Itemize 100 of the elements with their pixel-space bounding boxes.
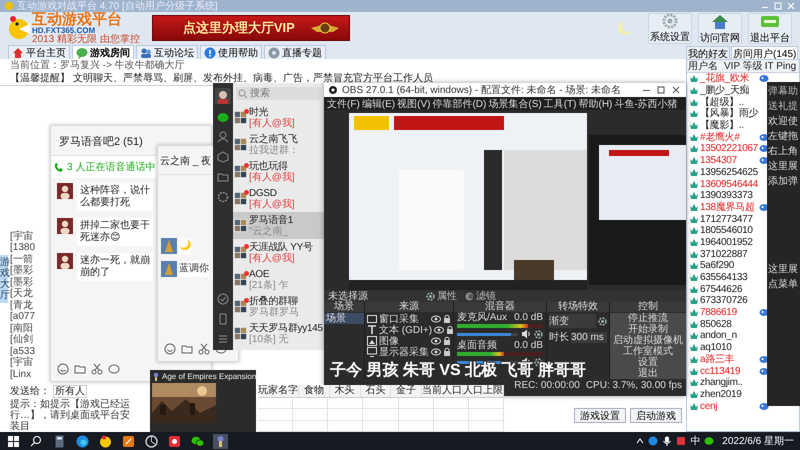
volume-reading: 0.0 dB — [514, 313, 543, 323]
toolbar-button[interactable]: 访问官网 — [698, 12, 742, 44]
chat-list-item[interactable]: 罗马语音1 "云之南_ — [233, 212, 324, 239]
menu-item[interactable]: 编辑(E) — [362, 96, 396, 110]
user-name[interactable]: 【魔影】.. — [700, 120, 758, 132]
column-header[interactable]: 人口上限 — [463, 385, 504, 397]
menu-item[interactable]: 场景集合(S) — [488, 96, 542, 110]
chat-list-item[interactable]: 折叠的群聊 罗马群罗马 — [233, 293, 324, 320]
window-preview-popup[interactable]: Age of Empires Expansion — [150, 370, 256, 432]
user-name[interactable]: 【风暴】雨少 — [700, 108, 758, 120]
volume-reading: 0.0 dB — [514, 341, 543, 351]
column-header[interactable]: 食物 — [299, 385, 330, 397]
user-name[interactable]: 371022887 — [700, 248, 758, 260]
chat-list-item[interactable]: DGSD [有人@我] — [233, 185, 324, 212]
chat-log-line: [天龙 — [10, 288, 33, 300]
tab[interactable]: 使用帮助 — [200, 45, 262, 59]
user-name[interactable]: 1390393373 — [700, 190, 758, 202]
vip-banner[interactable]: 点这里办理大厅VIP — [152, 15, 350, 41]
source-name[interactable]: 显示器采集 — [379, 344, 429, 358]
column-header[interactable]: 当前人口 — [422, 385, 463, 397]
source-name[interactable]: 图像 — [379, 334, 429, 348]
logo-url: HD.FXT365.COM — [32, 26, 96, 34]
chat-list-item[interactable]: AOE [21条] 乍 — [233, 266, 324, 293]
user-name[interactable]: 5a6f290 — [700, 260, 758, 272]
user-name[interactable]: 13502221067 — [700, 143, 758, 154]
window-title: 互动游戏对战平台 4.70 [自动用户分级子系统] — [17, 0, 218, 12]
source-name[interactable]: 文本 (GDI+) — [379, 322, 432, 336]
control-button[interactable]: 退出 — [610, 368, 686, 379]
user-name[interactable]: 7886619 — [700, 307, 758, 318]
user-name[interactable]: cenj — [700, 400, 758, 412]
chat-log-line: [a533 — [10, 346, 36, 356]
tab[interactable]: 平台主页 — [8, 45, 70, 59]
message-text: 欢迎使 — [767, 116, 799, 128]
user-name[interactable]: _鹏少_天痴 — [700, 85, 758, 96]
action-button[interactable]: 游戏设置 — [574, 408, 626, 422]
column-header[interactable]: VIP 等级 — [723, 60, 764, 73]
tab[interactable]: 互动论坛 — [136, 45, 198, 59]
duration-field[interactable]: 300 ms — [571, 332, 607, 342]
user-name[interactable]: aq1010 — [700, 342, 758, 354]
user-name[interactable]: 13609546444 — [700, 178, 758, 190]
menu-item[interactable]: 视图(V) — [397, 96, 430, 110]
chat-list-item[interactable]: 天涯战队 YY号 [有人@我] — [233, 239, 324, 266]
user-name[interactable]: 673370726 — [700, 295, 758, 306]
user-name[interactable]: 13956254625 — [700, 166, 758, 178]
control-button[interactable]: 启动虚拟摄像机 — [610, 335, 686, 346]
user-name[interactable]: 67544626 — [700, 284, 758, 295]
user-name[interactable]: 635564133 — [700, 272, 758, 284]
user-name[interactable]: zhen2019 — [700, 388, 758, 400]
user-name[interactable]: 1964001952 — [700, 236, 758, 248]
user-name[interactable]: #老鹰火# — [700, 132, 758, 143]
menu-item[interactable]: 帮助(H) — [578, 96, 612, 110]
source-name[interactable]: 窗口采集 — [379, 312, 429, 326]
control-button[interactable]: 工作室模式 — [610, 346, 686, 357]
control-button[interactable]: 停止推流 — [610, 313, 686, 324]
date-text[interactable]: 2022/6/6 星期一 — [722, 434, 794, 448]
column-header[interactable]: 石头 — [360, 385, 392, 397]
channel-name: 桌面音频 — [457, 341, 497, 351]
recipient-dropdown[interactable]: 所有人 — [53, 384, 87, 398]
chat-list-item[interactable]: 天天罗马群yy145 [10条] 无 — [233, 320, 324, 347]
mention-tag: [有人@我] — [249, 198, 295, 210]
tab[interactable]: 我的好友 — [686, 46, 730, 59]
transition-dropdown[interactable]: 渐变 — [549, 314, 596, 328]
column-header[interactable]: 玩家名字 — [258, 385, 299, 397]
side-tab[interactable]: 游戏大厅 — [0, 255, 8, 303]
control-button[interactable]: 开始录制 — [610, 324, 686, 335]
chat-list-item[interactable]: 时光 [有人@我] — [233, 104, 324, 131]
input-method-indicator[interactable]: 中 — [690, 434, 700, 448]
search-input[interactable]: 搜索 — [250, 88, 310, 99]
user-name[interactable]: cc113419 — [700, 366, 758, 377]
user-name[interactable]: 1354307 — [700, 155, 758, 166]
column-header[interactable]: 金子 — [391, 385, 422, 397]
user-name[interactable]: 850628 — [700, 318, 758, 330]
toolbar-button[interactable]: 退出平台 — [748, 12, 792, 44]
tab[interactable]: 直播专题 — [264, 45, 326, 59]
user-name[interactable]: a路三丰 — [700, 354, 758, 365]
user-name[interactable]: 1805546010 — [700, 225, 758, 236]
column-header[interactable]: IT Ping — [764, 60, 798, 72]
message-text: 左键拖 — [767, 131, 799, 143]
properties-button[interactable]: 属性 — [426, 289, 457, 303]
menu-item[interactable]: 停靠部件(D) — [432, 96, 486, 110]
user-name[interactable]: 【超级】.. — [700, 96, 758, 108]
window-title: OBS 27.0.1 (64-bit, windows) - 配置文件: 未命名 - 场景: 未命名 — [342, 84, 621, 97]
search-field[interactable]: 搜索 — [236, 87, 321, 100]
action-button[interactable]: 启动游戏 — [630, 408, 682, 422]
toolbar-button[interactable]: 系统设置 — [648, 12, 692, 44]
tab[interactable]: 房间用户(145) — [731, 46, 798, 59]
menu-item[interactable]: 斗鱼-苏西小猪 — [614, 96, 678, 110]
control-button[interactable]: 设置 — [610, 357, 686, 368]
column-header[interactable]: 木头 — [330, 385, 360, 397]
link-card[interactable]: 蓝调你 — [179, 261, 209, 277]
user-name[interactable]: _花旗_欧米 — [700, 73, 758, 84]
user-name[interactable]: zhangjim.. — [700, 377, 758, 388]
user-name[interactable]: 138魔界马超 — [700, 202, 758, 213]
user-name[interactable]: 1712773477 — [700, 214, 758, 225]
scene-item[interactable]: 场景 — [324, 313, 364, 324]
column-header[interactable]: 用户名 — [687, 60, 723, 73]
user-name[interactable]: andon_n — [700, 330, 758, 342]
menu-item[interactable]: 工具(T) — [544, 96, 576, 110]
menu-item[interactable]: 文件(F) — [327, 96, 360, 110]
tab[interactable]: 游戏房间 — [72, 45, 134, 59]
